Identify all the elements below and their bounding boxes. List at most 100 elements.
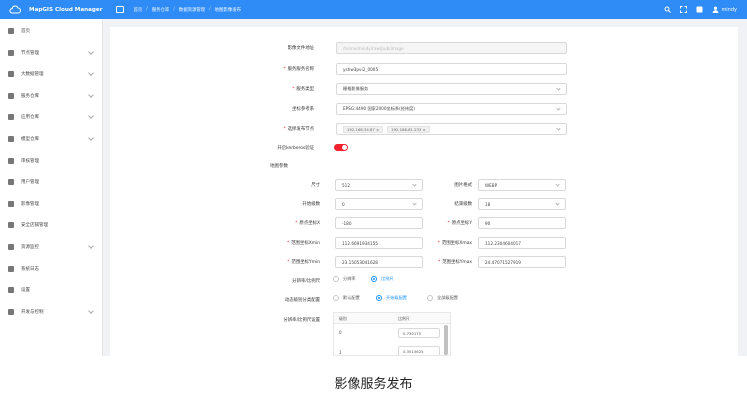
format-select[interactable]: WEBP xyxy=(478,179,566,191)
chevron-down-icon xyxy=(556,106,561,111)
sidebar-item[interactable]: 审核管理 xyxy=(0,152,103,170)
sidebar-item[interactable]: 影像管理 xyxy=(0,195,103,213)
radio-circle xyxy=(371,276,377,282)
top-bar: MapGIS Cloud Manager 首页 / 服务仓库 / 数据资源管理 … xyxy=(0,0,747,19)
menu-item-icon xyxy=(8,92,14,99)
service-type-select[interactable]: 栅格影像服务 xyxy=(336,83,567,95)
breadcrumb-separator: / xyxy=(173,6,175,12)
radio-circle xyxy=(376,295,382,301)
radio-start-level-config[interactable]: 开始级配置 xyxy=(376,295,407,301)
sidebar-item-label: 用户管理 xyxy=(21,180,39,186)
end-level-label: 结束级数 xyxy=(454,202,472,207)
breadcrumb-data-resource[interactable]: 数据资源管理 xyxy=(179,7,205,13)
user-icon xyxy=(712,6,719,13)
origin-x-label: * 原点坐标X xyxy=(295,221,320,226)
menu-item-icon xyxy=(8,244,14,250)
sidebar-item-label: 首页 xyxy=(21,29,30,34)
breadcrumb-separator: / xyxy=(146,6,148,12)
toggle-knob xyxy=(342,145,347,150)
chevron-down-icon xyxy=(88,70,94,77)
sidebar-item-label: 节点管理 xyxy=(21,50,39,56)
sidebar-item[interactable]: 安全店铺管理 xyxy=(0,216,103,234)
publish-form-panel xyxy=(110,27,738,356)
coord-system-label: 坐标参考系 xyxy=(292,107,314,112)
row-scale-input[interactable]: 0.3515625 xyxy=(398,346,440,355)
chevron-down-icon xyxy=(88,113,94,120)
chevron-down-icon xyxy=(556,126,561,131)
sidebar-item[interactable]: 首页 xyxy=(0,22,103,40)
level-settings-table: 级别 比例尺 0 0.730175 1 0.3515625 xyxy=(333,312,451,356)
search-icon[interactable] xyxy=(664,6,672,13)
kerberos-toggle[interactable] xyxy=(334,144,348,151)
row-level: 0 xyxy=(339,330,342,335)
xmax-label: * 范围坐标Xmax xyxy=(437,241,472,246)
breadcrumb: 首页 / 服务仓库 / 数据资源管理 / 地图影像发布 xyxy=(133,7,241,13)
sidebar-item-label: 安全店铺管理 xyxy=(21,223,48,229)
sidebar: 首页节点管理大数据管理服务仓库应用仓库模型仓库审核管理用户管理影像管理安全店铺管… xyxy=(0,19,103,356)
sidebar-item-label: 设置 xyxy=(21,288,30,294)
level-table-label: 分辨率/比例尺设置 xyxy=(283,318,320,323)
app-screen: MapGIS Cloud Manager 首页 / 服务仓库 / 数据资源管理 … xyxy=(0,0,747,356)
breadcrumb-home[interactable]: 首页 xyxy=(133,7,142,13)
radio-all-level-config[interactable]: 全部级配置 xyxy=(427,295,458,301)
sidebar-item[interactable]: 节点管理 xyxy=(0,44,103,62)
end-level-select[interactable]: 18 xyxy=(478,198,566,210)
menu-item-icon xyxy=(8,308,14,315)
chevron-down-icon xyxy=(88,135,94,141)
table-scrollbar[interactable] xyxy=(444,325,448,355)
publish-nodes-select[interactable]: 192.168.34.87 × 192.168.81.233 × xyxy=(336,123,567,135)
ymin-label: * 范围坐标Ymin xyxy=(287,260,320,265)
sidebar-item[interactable]: 开发与控制 xyxy=(0,303,103,321)
service-name-input[interactable]: yshw3pvi2_0005 xyxy=(336,63,567,75)
xmin-label: * 范围坐标Xmin xyxy=(286,241,320,246)
chevron-down-icon xyxy=(556,86,561,91)
menu-item-icon xyxy=(8,200,14,207)
origin-y-input[interactable]: 90 xyxy=(478,217,566,229)
sidebar-item-label: 审核管理 xyxy=(21,158,39,164)
sidebar-item[interactable]: 用户管理 xyxy=(0,173,103,191)
size-label: 尺寸 xyxy=(311,183,320,188)
breadcrumb-service-repo[interactable]: 服务仓库 xyxy=(152,7,170,13)
service-name-label: * 服务服务名称 xyxy=(283,67,314,72)
cloud-logo-icon xyxy=(9,5,21,14)
fullscreen-icon[interactable] xyxy=(680,6,688,13)
table-row: 0 0.730175 xyxy=(334,325,450,341)
xmax-input[interactable]: 112.2304604017 xyxy=(478,237,566,249)
notification-icon[interactable] xyxy=(696,6,703,13)
menu-item-icon xyxy=(8,265,14,272)
radio-default-config[interactable]: 默认配置 xyxy=(333,295,360,301)
ymax-input[interactable]: 24.47071527919 xyxy=(478,256,566,268)
sidebar-item[interactable]: 大数据管理 xyxy=(0,65,103,83)
ymax-label: * 范围坐标Ymax xyxy=(437,260,472,265)
kerberos-label: 开启kerberos验证 xyxy=(277,146,314,151)
menu-toggle-icon[interactable] xyxy=(116,6,125,13)
sidebar-item[interactable]: 服务仓库 xyxy=(0,87,103,105)
tile-params-section-title: 地图参数 xyxy=(270,164,288,169)
chevron-down-icon xyxy=(88,91,94,98)
sidebar-item[interactable]: 资源监控 xyxy=(0,238,103,256)
chevron-down-icon xyxy=(88,243,94,249)
sidebar-item[interactable]: 模型仓库 xyxy=(0,130,103,148)
service-type-label: * 服务类型 xyxy=(292,87,314,92)
radio-resolution[interactable]: 分辨率 xyxy=(333,276,356,282)
sidebar-item[interactable]: 设置 xyxy=(0,281,103,299)
row-scale-input[interactable]: 0.730175 xyxy=(398,328,440,338)
chevron-down-icon xyxy=(555,182,560,187)
app-title: MapGIS Cloud Manager xyxy=(29,6,103,13)
menu-item-icon xyxy=(8,179,14,186)
node-tag[interactable]: 192.168.81.233 × xyxy=(387,125,430,133)
sidebar-item[interactable]: 应用仓库 xyxy=(0,108,103,126)
breadcrumb-current: 地图影像发布 xyxy=(214,7,241,13)
user-menu[interactable]: mindy xyxy=(712,6,737,13)
sidebar-item-label: 服务仓库 xyxy=(21,93,39,99)
sidebar-item[interactable]: 系统日志 xyxy=(0,260,103,278)
sidebar-item-label: 应用仓库 xyxy=(21,115,39,121)
radio-scale[interactable]: 比例尺 xyxy=(371,276,394,282)
node-tag[interactable]: 192.168.34.87 × xyxy=(343,125,384,133)
coord-system-select[interactable]: EPSG:4490 国家2000坐标系(经纬度) xyxy=(336,103,567,115)
sidebar-item-label: 大数据管理 xyxy=(21,72,44,78)
menu-item-icon xyxy=(8,28,14,34)
sidebar-item-label: 影像管理 xyxy=(21,201,39,207)
chevron-down-icon xyxy=(555,201,560,206)
sidebar-item-label: 模型仓库 xyxy=(21,137,39,142)
